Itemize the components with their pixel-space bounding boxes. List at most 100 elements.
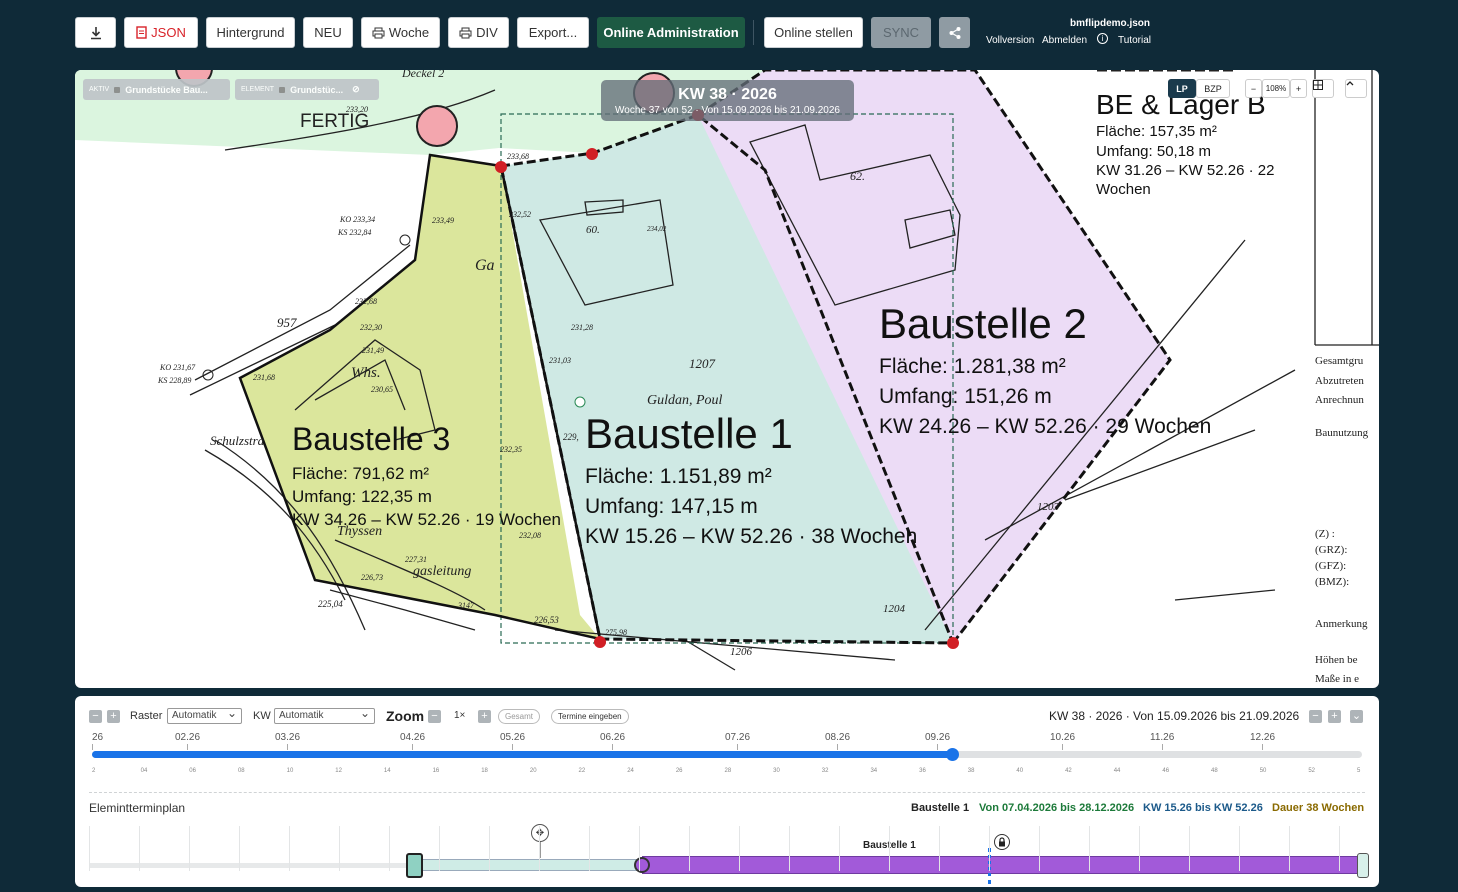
svg-text:KW 24.26 – KW 52.26 · 29 Woche: KW 24.26 – KW 52.26 · 29 Wochen [879,415,1211,438]
svg-text:233,68: 233,68 [507,152,529,161]
timeline-zoom-in-button[interactable]: + [478,710,491,723]
svg-text:Höhen be: Höhen be [1315,654,1358,666]
json-button[interactable]: JSON [124,17,198,48]
week-tick-label: 40 [1016,768,1024,774]
month-tick [612,744,613,750]
month-tick-label: 08.26 [825,732,851,743]
raster-plus-button[interactable]: + [107,710,120,723]
move-stem [540,842,541,858]
bzp-toggle[interactable]: BZP [1196,79,1230,98]
gantt-end-handle[interactable] [1357,853,1369,878]
week-tick-label: 20 [529,768,537,774]
svg-text:275,98: 275,98 [605,628,627,637]
svg-text:Fläche: 1.151,89 m²: Fläche: 1.151,89 m² [585,465,772,488]
neu-button[interactable]: NEU [303,17,353,48]
gantt-grid-line [789,826,790,871]
week-prev-button[interactable]: − [1309,710,1322,723]
panel-collapse-button[interactable]: ⌄ [1350,710,1363,723]
element-chip[interactable]: ELEMENT Grundstüc... ⊘ [235,79,379,100]
svg-text:KO 231,67: KO 231,67 [159,363,196,372]
vollversion-link[interactable]: Vollversion [986,35,1034,46]
gantt-bar-active[interactable] [642,856,1364,874]
abmelden-link[interactable]: Abmelden [1042,35,1087,46]
zoom-out-button[interactable]: − [1245,79,1262,98]
timeline-thumb[interactable] [946,748,960,761]
gesamt-button[interactable]: Gesamt [498,709,541,724]
share-button[interactable] [939,17,970,48]
week-tick-label: 38 [967,768,975,774]
hintergrund-button[interactable]: Hintergrund [206,17,295,48]
kw-select[interactable]: Automatik [274,706,375,724]
svg-text:Fläche: 157,35 m²: Fläche: 157,35 m² [1096,123,1217,140]
svg-text:(GFZ):: (GFZ): [1315,560,1346,572]
gantt-progress-handle[interactable] [634,857,650,873]
svg-text:(GRZ):: (GRZ): [1315,544,1347,556]
gantt-grid-line [489,826,490,871]
panel-divider [89,792,1365,793]
eye-off-icon[interactable]: ⊘ [352,84,360,95]
month-tick [512,744,513,750]
svg-text:231,68: 231,68 [253,373,275,382]
svg-text:Baunutzung: Baunutzung [1315,427,1369,439]
grid-toggle-button[interactable] [1312,79,1334,98]
printer-icon [459,27,472,38]
svg-text:Fläche: 1.281,38 m²: Fläche: 1.281,38 m² [879,355,1066,378]
zoom-in-button[interactable]: + [1290,79,1307,98]
week-next-button[interactable]: + [1328,710,1341,723]
collapse-button[interactable] [1345,79,1367,98]
map-canvas[interactable]: Deckel 2 Ga Whs. Guldan, Poul 1207 1203 … [75,70,1379,688]
svg-text:KS 228,89: KS 228,89 [157,376,191,385]
toolbar-divider [753,20,754,45]
svg-text:Fläche: 791,62 m²: Fläche: 791,62 m² [292,464,429,483]
timeline-zoom-out-button[interactable]: − [428,710,441,723]
hintergrund-label: Hintergrund [216,25,285,40]
sync-button[interactable]: SYNC [871,17,931,48]
raster-select[interactable]: Automatik [167,706,242,724]
svg-text:Whs.: Whs. [351,365,381,381]
woche-button[interactable]: Woche [361,17,440,48]
survey-point [399,234,411,246]
week-tick-label: 52 [1308,768,1316,774]
lock-icon[interactable] [994,834,1010,850]
anchor-point[interactable] [574,396,586,408]
online-administration-button[interactable]: Online Administration [597,17,745,48]
svg-text:Umfang: 147,15 m: Umfang: 147,15 m [585,495,758,518]
map-drawing: Deckel 2 Ga Whs. Guldan, Poul 1207 1203 … [75,70,1379,685]
month-tick [92,744,93,750]
gantt-bar-pending [416,859,642,871]
gantt-grid-line [139,826,140,871]
svg-text:Umfang: 122,35 m: Umfang: 122,35 m [292,487,432,506]
week-tick-label: 26 [675,768,683,774]
svg-text:Ga: Ga [475,257,495,274]
week-tick-label: 28 [724,768,732,774]
printer-icon [372,27,385,38]
chip-label: Grundstüc... [290,84,344,95]
month-tick-label: 06.26 [600,732,626,743]
gantt-grid-line [239,826,240,871]
month-tick [1062,744,1063,750]
element-dauer: Dauer 38 Wochen [1272,802,1365,814]
active-layer-chip[interactable]: AKTIV Grundstücke Bau... [83,79,230,100]
month-tick-label: 04.26 [400,732,426,743]
lp-toggle[interactable]: LP [1168,79,1196,98]
marker-pin[interactable] [416,105,458,147]
week-tick-label: 18 [481,768,488,774]
tutorial-link[interactable]: Tutorial [1118,35,1151,46]
raster-minus-button[interactable]: − [89,710,102,723]
month-tick [937,744,938,750]
div-button[interactable]: DIV [448,17,509,48]
info-icon[interactable]: i [1097,33,1108,44]
div-label: DIV [476,25,498,40]
download-button[interactable] [75,17,116,48]
svg-text:232,30: 232,30 [360,323,382,332]
svg-text:(BMZ):: (BMZ): [1315,576,1349,588]
online-stellen-button[interactable]: Online stellen [764,17,863,48]
gantt-grid-line [339,826,340,871]
export-button[interactable]: Export... [517,17,589,48]
gantt-start-handle[interactable] [406,853,423,878]
termine-eingeben-button[interactable]: Termine eingeben [551,709,629,724]
gantt-grid-line [889,826,890,871]
svg-text:KW 34.26 – KW 52.26 · 19 Woche: KW 34.26 – KW 52.26 · 19 Wochen [292,510,561,529]
site2-title: Baustelle 2 [879,300,1087,347]
move-icon[interactable]: ✥ [531,824,549,842]
